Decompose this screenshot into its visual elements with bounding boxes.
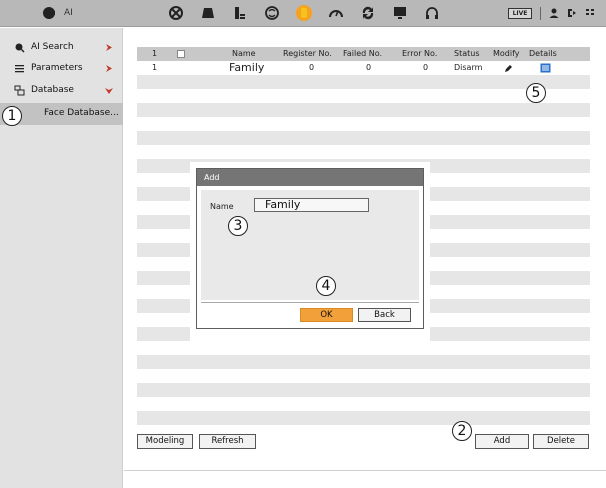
ai-search-icon [15,43,25,53]
table-row [137,341,590,355]
sync-icon[interactable] [360,5,376,21]
collapse-arrow-icon [105,88,113,94]
row-failed-no: 0 [366,63,372,72]
sidebar-item-label: AI Search [31,42,74,52]
table-row [137,383,590,397]
list-icon [15,65,24,73]
network-icon[interactable] [264,5,280,21]
app-title: AI [64,8,73,18]
sidebar-item-database[interactable]: Database [0,80,123,102]
dialog-footer-divider [201,302,419,303]
table-row [137,397,590,411]
target-icon[interactable] [168,5,184,21]
row-status: Disarm [454,63,483,72]
storage-icon[interactable] [232,5,248,21]
table-row [137,103,590,117]
callout-marker: 5 [526,83,546,103]
footer-divider [124,470,606,471]
database-icon [14,85,25,96]
toolbar-separator [540,7,541,20]
select-all-checkbox[interactable] [177,50,185,58]
table-row [137,145,590,159]
modeling-button[interactable]: Modeling [137,434,193,449]
performance-icon[interactable] [328,5,344,21]
column-index: 1 [152,49,158,58]
sidebar-item-parameters[interactable]: Parameters [0,58,123,80]
sidebar-item-ai-search[interactable]: AI Search [0,37,123,59]
column-details: Details [529,49,557,58]
column-modify: Modify [493,49,520,58]
details-list-icon[interactable] [540,63,551,73]
edit-pencil-icon[interactable] [504,64,513,73]
callout-marker: 3 [228,216,248,236]
table-row [137,411,590,425]
table-header: 1 Name Register No. Failed No. Error No.… [137,47,590,61]
logout-icon[interactable] [566,7,578,19]
top-toolbar: AI LIVE [0,0,606,27]
row-name: Family [229,61,265,74]
table-row [137,369,590,383]
delete-button[interactable]: Delete [533,434,589,449]
ai-logo-icon [43,7,55,19]
display-icon[interactable] [392,5,408,21]
sidebar-item-label: Parameters [31,63,83,73]
name-label: Name [210,202,234,211]
sidebar-item-label: Database [31,85,74,95]
column-register-no: Register No. [283,49,332,58]
row-index: 1 [152,63,158,72]
table-row [137,89,590,103]
table-row [137,355,590,369]
table-row [137,131,590,145]
refresh-button[interactable]: Refresh [199,434,256,449]
row-error-no: 0 [423,63,429,72]
face-icon[interactable] [296,5,312,21]
headset-icon[interactable] [424,5,440,21]
sidebar: AI Search Parameters Database Face Datab… [0,28,123,488]
user-icon[interactable] [548,7,560,19]
camera-icon[interactable] [200,5,216,21]
live-button[interactable]: LIVE [508,8,532,19]
back-button[interactable]: Back [358,308,411,322]
name-input[interactable]: Family [254,198,369,212]
expand-arrow-icon [106,44,112,51]
sidebar-item-label: Face Database... [44,108,119,118]
callout-marker: 2 [452,421,472,441]
column-status: Status [454,49,480,58]
column-error-no: Error No. [402,49,438,58]
callout-marker: 1 [2,106,22,126]
table-row [137,117,590,131]
add-dialog: Add Name Family OK Back [196,168,424,329]
add-button[interactable]: Add [475,434,529,449]
column-name: Name [232,49,256,58]
callout-marker: 4 [316,276,336,296]
table-row [137,75,590,89]
row-register-no: 0 [309,63,315,72]
table-row[interactable]: 1 Family 0 0 0 Disarm [137,61,590,75]
menu-grid-icon[interactable] [585,7,597,19]
expand-arrow-icon [106,65,112,72]
ok-button[interactable]: OK [300,308,353,322]
dialog-title: Add [197,169,423,186]
column-failed-no: Failed No. [343,49,383,58]
